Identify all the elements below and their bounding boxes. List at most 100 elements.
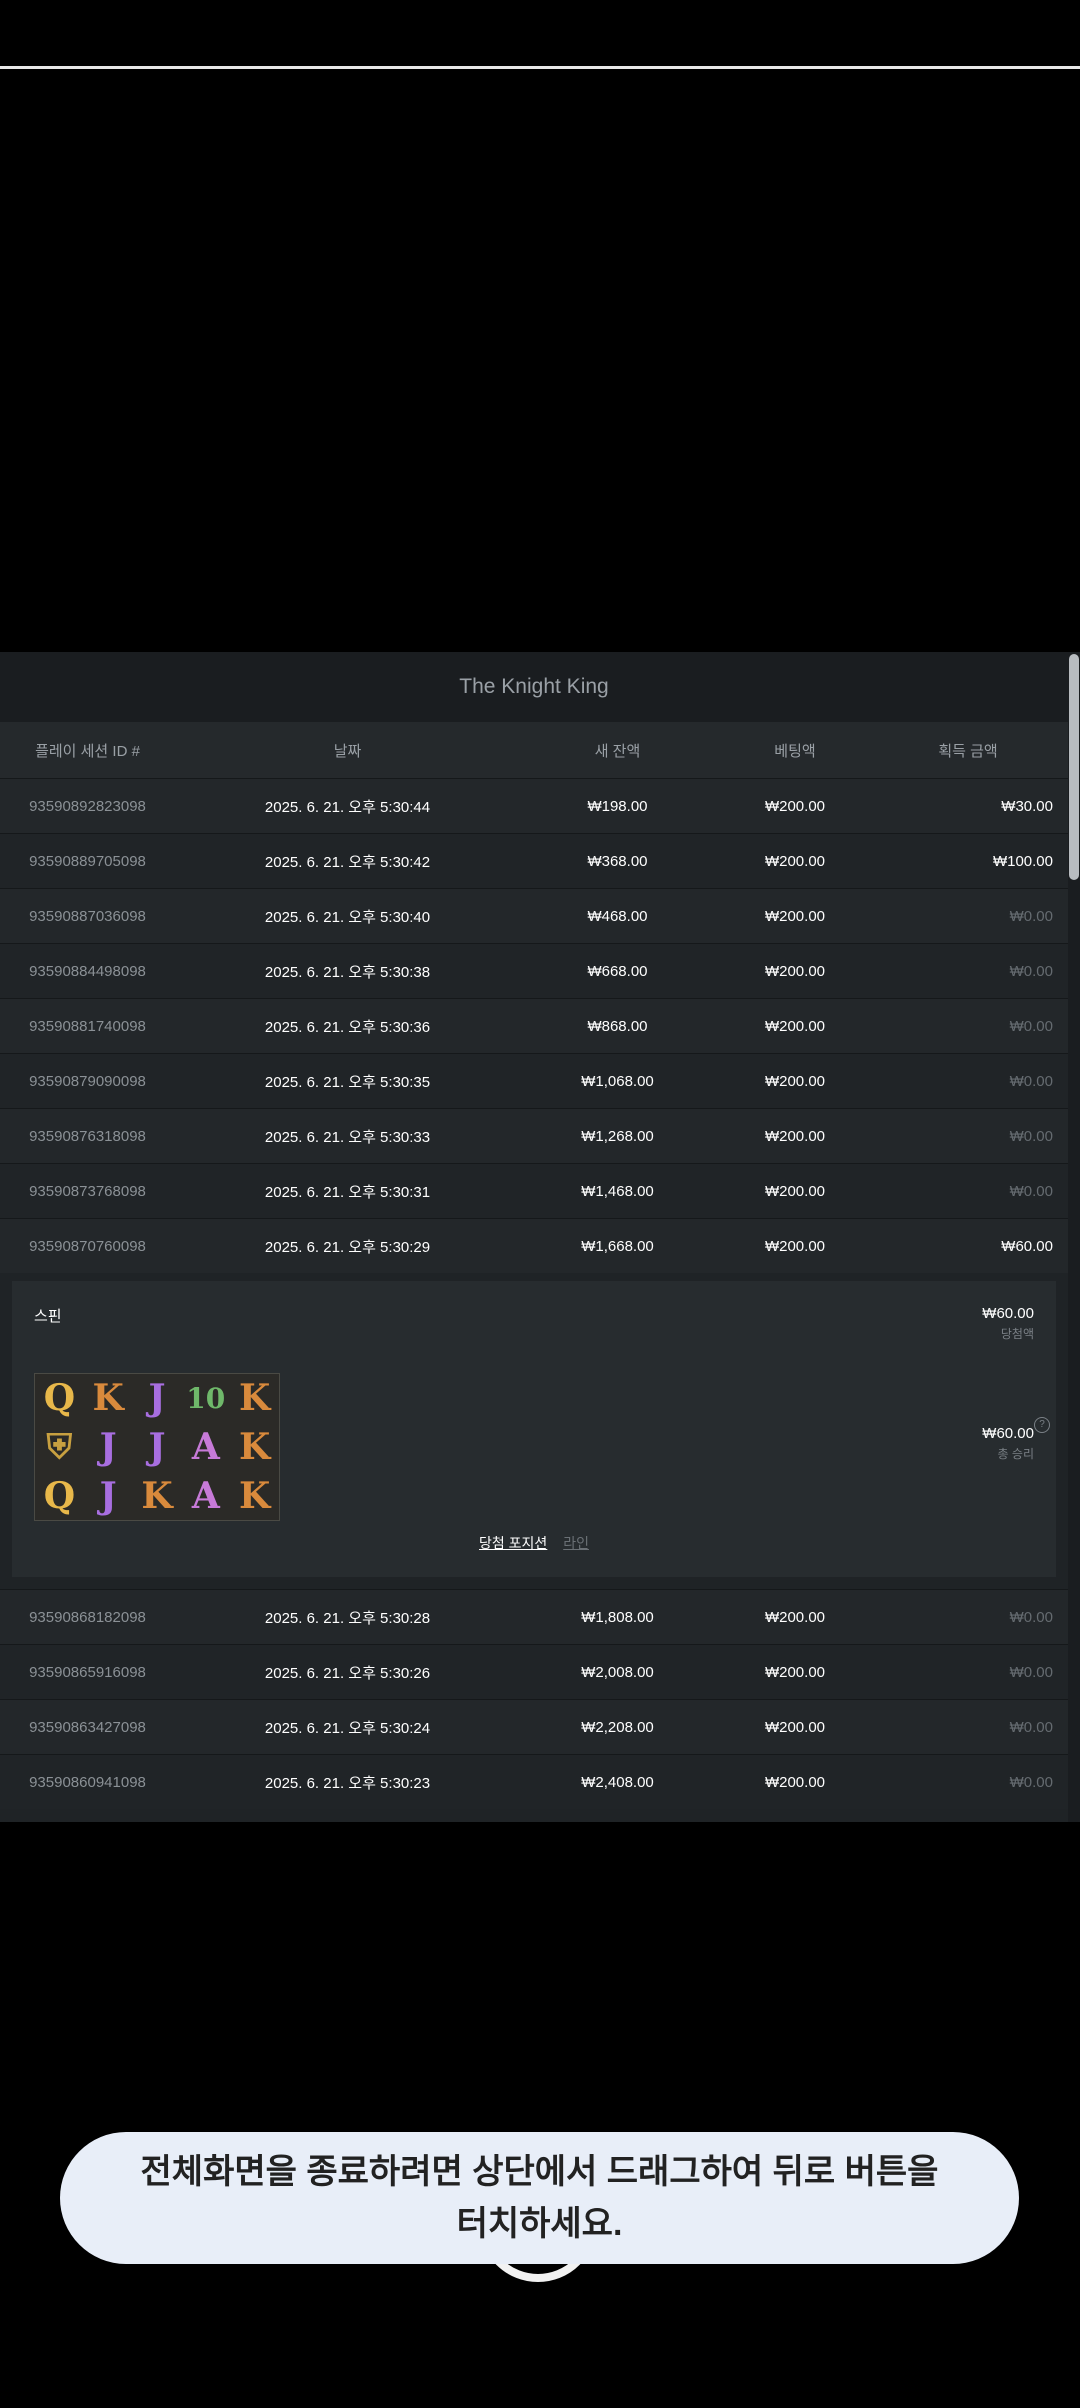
spin-detail-wrap: 스핀 ₩60.00 당첨액 Q K J 10 K ⛨ J J A K Q J K A K ₩60.00 총 … (0, 1273, 1068, 1589)
table-row[interactable]: 93590870760098 2025. 6. 21. 오후 5:30:29 ₩1,… (0, 1218, 1068, 1273)
scrollbar-thumb[interactable] (1069, 654, 1079, 880)
cell-session-id: 93590860941098 (29, 1773, 146, 1791)
cell-win: ₩0.00 (1009, 1663, 1053, 1681)
header-bet: 베팅액 (774, 742, 816, 760)
table-row[interactable]: 93590892823098 2025. 6. 21. 오후 5:30:44 ₩19… (0, 778, 1068, 833)
cell-date: 2025. 6. 21. 오후 5:30:36 (264, 1018, 431, 1036)
cell-win: ₩0.00 (1009, 907, 1053, 925)
tab-winning-positions[interactable]: 당첨 포지션 (479, 1535, 547, 1551)
cell-balance: ₩198.00 (587, 797, 648, 815)
cell-session-id: 93590892823098 (29, 797, 146, 815)
header-session-id: 플레이 세션 ID # (35, 742, 140, 760)
cell-bet: ₩200.00 (764, 1773, 826, 1791)
cell-date: 2025. 6. 21. 오후 5:30:40 (264, 908, 431, 926)
cell-balance: ₩1,668.00 (581, 1237, 654, 1255)
symbol-a: A (191, 1425, 220, 1468)
rows-after: 93590868182098 2025. 6. 21. 오후 5:30:28 ₩1,… (0, 1589, 1068, 1809)
cell-win: ₩0.00 (1009, 1017, 1053, 1035)
symbol-k: K (141, 1474, 173, 1517)
symbol-k: K (92, 1377, 124, 1420)
symbol-q: Q (43, 1474, 76, 1517)
cell-date: 2025. 6. 21. 오후 5:30:23 (264, 1774, 431, 1792)
help-icon[interactable]: ? (1034, 1417, 1050, 1433)
table-row[interactable]: 93590879090098 2025. 6. 21. 오후 5:30:35 ₩1,… (0, 1053, 1068, 1108)
cell-win: ₩0.00 (1009, 1072, 1053, 1090)
cell-date: 2025. 6. 21. 오후 5:30:28 (264, 1609, 431, 1627)
cell-balance: ₩368.00 (587, 852, 648, 870)
cell-bet: ₩200.00 (764, 962, 826, 980)
cell-balance: ₩1,468.00 (581, 1182, 654, 1200)
cell-session-id: 93590868182098 (29, 1608, 146, 1626)
cell-balance: ₩1,268.00 (581, 1127, 654, 1145)
table-row[interactable]: 93590865916098 2025. 6. 21. 오후 5:30:26 ₩2,… (0, 1644, 1068, 1699)
table-row[interactable]: 93590863427098 2025. 6. 21. 오후 5:30:24 ₩2,… (0, 1699, 1068, 1754)
cell-win: ₩100.00 (992, 852, 1053, 870)
symbol-j: J (99, 1474, 117, 1517)
cell-session-id: 93590870760098 (29, 1237, 146, 1255)
symbol-k: K (238, 1377, 271, 1420)
symbol-q: Q (43, 1377, 76, 1420)
table-header: 플레이 세션 ID # 날짜 새 잔액 베팅액 획득 금액 (0, 722, 1068, 778)
win-amount: ₩60.00 (982, 1305, 1034, 1322)
fullscreen-toast: 전체화면을 종료하려면 상단에서 드래그하여 뒤로 버튼을 터치하세요. (60, 2132, 1019, 2264)
symbol-a: A (191, 1474, 220, 1517)
cell-balance: ₩1,068.00 (581, 1072, 654, 1090)
table-row[interactable]: 93590889705098 2025. 6. 21. 오후 5:30:42 ₩36… (0, 833, 1068, 888)
cell-date: 2025. 6. 21. 오후 5:30:31 (264, 1183, 431, 1201)
cell-bet: ₩200.00 (764, 1072, 826, 1090)
crest-symbol: ⛨ (46, 1426, 73, 1467)
cell-date: 2025. 6. 21. 오후 5:30:35 (264, 1073, 431, 1091)
table-row[interactable]: 93590881740098 2025. 6. 21. 오후 5:30:36 ₩86… (0, 998, 1068, 1053)
cell-bet: ₩200.00 (764, 1608, 826, 1626)
cell-balance: ₩2,208.00 (581, 1718, 654, 1736)
cell-balance: ₩2,008.00 (581, 1663, 654, 1681)
cell-bet: ₩200.00 (764, 1127, 826, 1145)
symbol-j: J (148, 1425, 166, 1468)
cell-balance: ₩468.00 (587, 907, 648, 925)
table-row[interactable]: 93590884498098 2025. 6. 21. 오후 5:30:38 ₩66… (0, 943, 1068, 998)
cell-session-id: 93590873768098 (29, 1182, 146, 1200)
table-row[interactable]: 93590868182098 2025. 6. 21. 오후 5:30:28 ₩1,… (0, 1589, 1068, 1644)
cell-win: ₩0.00 (1009, 1182, 1053, 1200)
table-row[interactable]: 93590887036098 2025. 6. 21. 오후 5:30:40 ₩46… (0, 888, 1068, 943)
table-row[interactable]: 93590860941098 2025. 6. 21. 오후 5:30:23 ₩2,… (0, 1754, 1068, 1809)
cell-date: 2025. 6. 21. 오후 5:30:33 (264, 1128, 431, 1146)
cell-win: ₩0.00 (1009, 962, 1053, 980)
header-date: 날짜 (333, 742, 362, 760)
cell-balance: ₩868.00 (587, 1017, 648, 1035)
tab-lines[interactable]: 라인 (563, 1535, 589, 1551)
cell-session-id: 93590887036098 (29, 907, 146, 925)
cell-win: ₩0.00 (1009, 1127, 1053, 1145)
cell-win: ₩0.00 (1009, 1718, 1053, 1736)
table-row[interactable]: 93590876318098 2025. 6. 21. 오후 5:30:33 ₩1,… (0, 1108, 1068, 1163)
toast-line-1: 전체화면을 종료하려면 상단에서 드래그하여 뒤로 버튼을 (140, 2153, 939, 2191)
cell-bet: ₩200.00 (764, 907, 826, 925)
symbol-j: J (148, 1377, 166, 1420)
symbol-j: J (99, 1425, 117, 1468)
total-win-amount: ₩60.00 (982, 1425, 1034, 1442)
toast-line-2: 터치하세요. (456, 2205, 623, 2243)
total-win-label: 총 승리 (997, 1447, 1034, 1461)
cell-session-id: 93590889705098 (29, 852, 146, 870)
cell-bet: ₩200.00 (764, 797, 826, 815)
cell-date: 2025. 6. 21. 오후 5:30:42 (264, 853, 431, 871)
cell-date: 2025. 6. 21. 오후 5:30:38 (264, 963, 431, 981)
cell-win: ₩0.00 (1009, 1608, 1053, 1626)
cell-date: 2025. 6. 21. 오후 5:30:24 (264, 1719, 431, 1737)
cell-balance: ₩2,408.00 (581, 1773, 654, 1791)
win-label: 당첨액 (1000, 1327, 1034, 1341)
cell-session-id: 93590865916098 (29, 1663, 146, 1681)
cell-session-id: 93590879090098 (29, 1072, 146, 1090)
table-row[interactable]: 93590873768098 2025. 6. 21. 오후 5:30:31 ₩1,… (0, 1163, 1068, 1218)
cell-win: ₩60.00 (1001, 1237, 1053, 1255)
cell-win: ₩30.00 (1001, 797, 1053, 815)
cell-balance: ₩668.00 (587, 962, 648, 980)
cell-balance: ₩1,808.00 (581, 1608, 654, 1626)
cell-bet: ₩200.00 (764, 1663, 826, 1681)
cell-bet: ₩200.00 (764, 852, 826, 870)
cell-bet: ₩200.00 (764, 1718, 826, 1736)
history-panel: The Knight King 플레이 세션 ID # 날짜 새 잔액 베팅액 … (0, 652, 1068, 1822)
rows-before: 93590892823098 2025. 6. 21. 오후 5:30:44 ₩19… (0, 778, 1068, 1273)
game-title: The Knight King (0, 652, 1068, 722)
symbol-k: K (238, 1474, 271, 1517)
